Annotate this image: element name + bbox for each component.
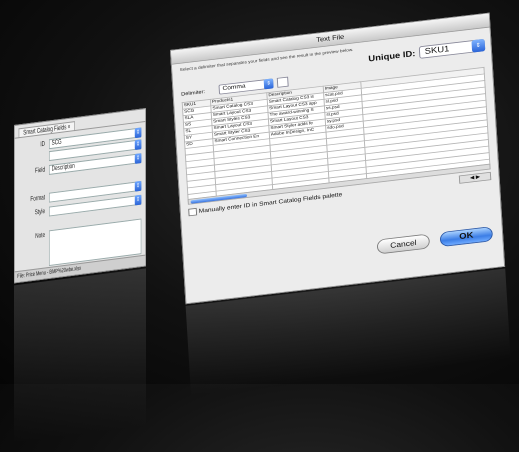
chevron-updown-icon: ⇕ xyxy=(263,78,274,90)
unique-id-value: SKU1 xyxy=(424,44,450,57)
chevron-updown-icon: ⇕ xyxy=(471,38,486,53)
chevron-updown-icon: ⇕ xyxy=(134,153,142,164)
chevron-updown-icon: ⇕ xyxy=(134,180,142,192)
custom-delimiter-field[interactable] xyxy=(276,76,289,88)
arrow-left-icon[interactable]: ◀ xyxy=(470,175,475,180)
id-value: SCG xyxy=(51,138,62,147)
smart-catalog-fields-palette: Smart Catalog Fields × ID SCG ⇕ ⇕ Field D… xyxy=(14,108,146,452)
manual-id-checkbox[interactable] xyxy=(188,207,198,217)
format-label: Format xyxy=(30,194,46,204)
palette-window: Smart Catalog Fields × ID SCG ⇕ ⇕ Field D… xyxy=(14,108,146,284)
dialog-window: Text File Select a delimiter that separa… xyxy=(170,12,506,305)
unique-id-label: Unique ID: xyxy=(368,49,416,64)
unique-id-select[interactable]: SKU1 ⇕ xyxy=(418,38,486,59)
ok-button[interactable]: OK xyxy=(439,226,494,248)
dialog-title: Text File xyxy=(170,13,490,65)
text-file-dialog: Text File Select a delimiter that separa… xyxy=(170,12,511,397)
field-label: Field xyxy=(34,166,46,175)
delimiter-value: Comma xyxy=(222,83,246,92)
style-label: Style xyxy=(34,208,46,217)
cancel-button[interactable]: Cancel xyxy=(376,233,431,255)
chevron-updown-icon: ⇕ xyxy=(134,194,142,206)
delimiter-label: Delimiter: xyxy=(181,89,206,98)
field-value: Description xyxy=(51,162,75,173)
note-label: Note xyxy=(35,231,46,241)
scroll-arrows[interactable]: ◀ ▶ xyxy=(458,171,492,184)
arrow-right-icon[interactable]: ▶ xyxy=(476,175,481,180)
chevron-updown-icon: ⇕ xyxy=(134,139,142,151)
palette-reflection xyxy=(14,268,146,444)
chevron-updown-icon: ⇕ xyxy=(134,127,142,139)
